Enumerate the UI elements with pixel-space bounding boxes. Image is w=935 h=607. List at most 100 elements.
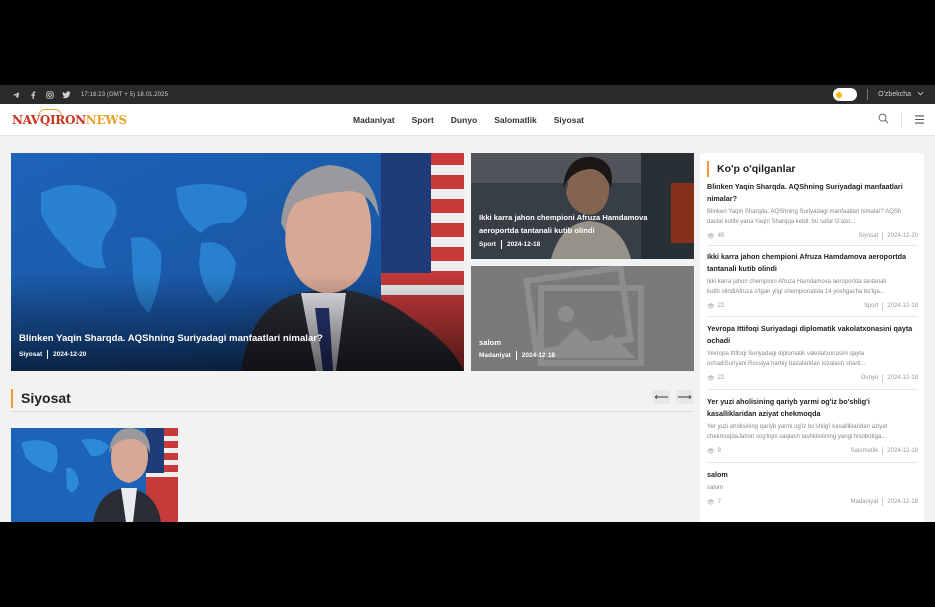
logo-part-1: NAVQIRON <box>12 112 86 127</box>
most-read-item[interactable]: Ikki karra jahon chempioni Afruza Hamdam… <box>707 251 918 310</box>
hero-caption: Blinken Yaqin Sharqda. AQShning Suriyada… <box>19 333 323 359</box>
eye-icon: 👁 <box>707 233 715 240</box>
item-desc: Blinken Yaqin Sharqda. AQShning Suriyada… <box>707 209 902 225</box>
item-date: 2024-12-18 <box>887 375 918 381</box>
views: 👁 7 <box>707 499 721 506</box>
most-read-sidebar: Ko'p o'qilganlar Blinken Yaqin Sharqda. … <box>700 153 924 522</box>
carousel-controls: ⟵ ⟶ <box>653 390 693 404</box>
side-card-category[interactable]: Madaniyat <box>479 352 511 359</box>
item-desc: Yevropa Ittifoqi Suriyadagi diplomatik v… <box>707 351 865 357</box>
side-card-caption: Ikki karra jahon chempioni Afruza Hamdam… <box>479 211 689 249</box>
item-meta: 👁 22 Dunyo 2024-12-18 <box>707 374 918 382</box>
side-article-card[interactable]: salom Madaniyat 2024-12-18 <box>471 266 694 371</box>
item-desc-line-2: kutib olindiAfruza o'tgan yilgi chempion… <box>707 289 885 295</box>
section-article-card[interactable] <box>11 428 178 522</box>
item-desc: salom <box>707 485 724 491</box>
item-title[interactable]: Yevropa Ittifoqi Suriyadagi diplomatik v… <box>707 323 918 347</box>
views-count: 8 <box>717 448 721 454</box>
item-category[interactable]: Madaniyat <box>851 499 879 505</box>
divider <box>901 113 902 127</box>
divider <box>707 245 918 246</box>
telegram-icon[interactable] <box>11 90 20 99</box>
item-meta-right: Siyosat 2024-12-20 <box>859 232 918 240</box>
hero-category[interactable]: Siyosat <box>19 351 42 358</box>
item-meta-right: Madaniyat 2024-12-18 <box>851 498 918 506</box>
topbar-right: O'zbekcha <box>833 88 924 101</box>
twitter-icon[interactable] <box>62 90 71 99</box>
item-category[interactable]: Siyosat <box>859 233 879 239</box>
item-title[interactable]: Blinken Yaqin Sharqda. AQShning Suriyada… <box>707 181 918 205</box>
divider <box>867 89 869 100</box>
divider <box>500 240 502 249</box>
theme-toggle[interactable] <box>833 88 858 101</box>
side-card-title[interactable]: Ikki karra jahon chempioni Afruza Hamdam… <box>479 211 689 237</box>
side-card-title[interactable]: salom <box>479 338 555 347</box>
hero-title[interactable]: Blinken Yaqin Sharqda. AQShning Suriyada… <box>19 333 323 344</box>
item-date: 2024-12-18 <box>887 303 918 309</box>
item-desc-line-2: chekmoqdaJahon sog'liqni saqlash tashkil… <box>707 434 887 440</box>
side-card-category[interactable]: Sport <box>479 241 496 248</box>
item-meta-right: Salomatlik 2024-12-18 <box>851 447 918 455</box>
views: 👁 8 <box>707 448 721 455</box>
side-article-card[interactable]: Ikki karra jahon chempioni Afruza Hamdam… <box>471 153 694 259</box>
item-category[interactable]: Sport <box>864 303 878 309</box>
most-read-item[interactable]: Blinken Yaqin Sharqda. AQShning Suriyada… <box>707 181 918 240</box>
divider <box>707 462 918 463</box>
nav-item-siyosat[interactable]: Siyosat <box>554 115 584 125</box>
logo-part-2: NEWS <box>85 112 127 127</box>
item-desc: Yer yuzi aholisining qariyb yarmi og'iz … <box>707 424 888 430</box>
menu-icon[interactable] <box>914 111 925 129</box>
views-count: 45 <box>717 233 725 239</box>
nav-item-madaniyat[interactable]: Madaniyat <box>353 115 395 125</box>
nav-item-salomatlik[interactable]: Salomatlik <box>494 115 537 125</box>
section-header: Siyosat ⟵ ⟶ <box>11 387 693 412</box>
language-select[interactable]: O'zbekcha <box>878 91 924 98</box>
side-card-meta: Sport 2024-12-18 <box>479 240 689 249</box>
chevron-down-icon <box>917 91 924 98</box>
item-desc: Ikki karra jahon chempioni Afruza Hamdam… <box>707 279 887 285</box>
item-meta: 👁 8 Salomatlik 2024-12-18 <box>707 447 918 455</box>
views: 👁 45 <box>707 233 724 240</box>
most-read-item[interactable]: salom salom 👁 7 Madaniyat 2024-12-18 <box>707 469 918 506</box>
eye-icon: 👁 <box>707 303 715 310</box>
site-logo[interactable]: NAVQIRONNEWS <box>12 108 127 127</box>
views-count: 22 <box>717 375 725 381</box>
section-title: Siyosat <box>11 389 71 408</box>
hero-article[interactable]: Blinken Yaqin Sharqda. AQShning Suriyada… <box>11 153 464 371</box>
most-read-item[interactable]: Yevropa Ittifoqi Suriyadagi diplomatik v… <box>707 323 918 382</box>
item-title[interactable]: Yer yuzi aholisining qariyb yarmi og'iz … <box>707 396 918 420</box>
divider <box>707 389 918 390</box>
divider <box>515 351 517 360</box>
views-count: 7 <box>717 499 721 505</box>
eye-icon: 👁 <box>707 499 715 506</box>
header-icons <box>878 104 925 136</box>
divider <box>882 232 884 240</box>
eye-icon: 👁 <box>707 448 715 455</box>
side-card-date: 2024-12-18 <box>506 241 541 248</box>
divider <box>882 447 884 455</box>
item-meta: 👁 22 Sport 2024-12-18 <box>707 302 918 310</box>
item-meta: 👁 45 Siyosat 2024-12-20 <box>707 232 918 240</box>
language-label: O'zbekcha <box>878 91 911 98</box>
item-title[interactable]: salom <box>707 469 918 481</box>
browser-page: 17:16:23 (GMT + 5) 18.01.2025 O'zbekcha … <box>0 85 935 522</box>
arrow-right-icon[interactable]: ⟶ <box>676 390 693 404</box>
item-title[interactable]: Ikki karra jahon chempioni Afruza Hamdam… <box>707 251 918 275</box>
search-icon[interactable] <box>878 111 889 129</box>
hero-date: 2024-12-20 <box>53 351 87 358</box>
facebook-icon[interactable] <box>28 90 37 99</box>
item-category[interactable]: Salomatlik <box>851 448 879 454</box>
most-read-item[interactable]: Yer yuzi aholisining qariyb yarmi og'iz … <box>707 396 918 455</box>
item-date: 2024-12-20 <box>887 233 918 239</box>
side-card-date: 2024-12-18 <box>521 352 556 359</box>
instagram-icon[interactable] <box>45 90 54 99</box>
divider <box>707 316 918 317</box>
arrow-left-icon[interactable]: ⟵ <box>653 390 670 404</box>
datetime-text: 17:16:23 (GMT + 5) 18.01.2025 <box>81 91 169 98</box>
views-count: 22 <box>717 303 725 309</box>
nav-item-sport[interactable]: Sport <box>412 115 434 125</box>
item-category[interactable]: Dunyo <box>861 375 878 381</box>
nav-item-dunyo[interactable]: Dunyo <box>451 115 477 125</box>
eye-icon: 👁 <box>707 375 715 382</box>
divider <box>882 498 884 506</box>
